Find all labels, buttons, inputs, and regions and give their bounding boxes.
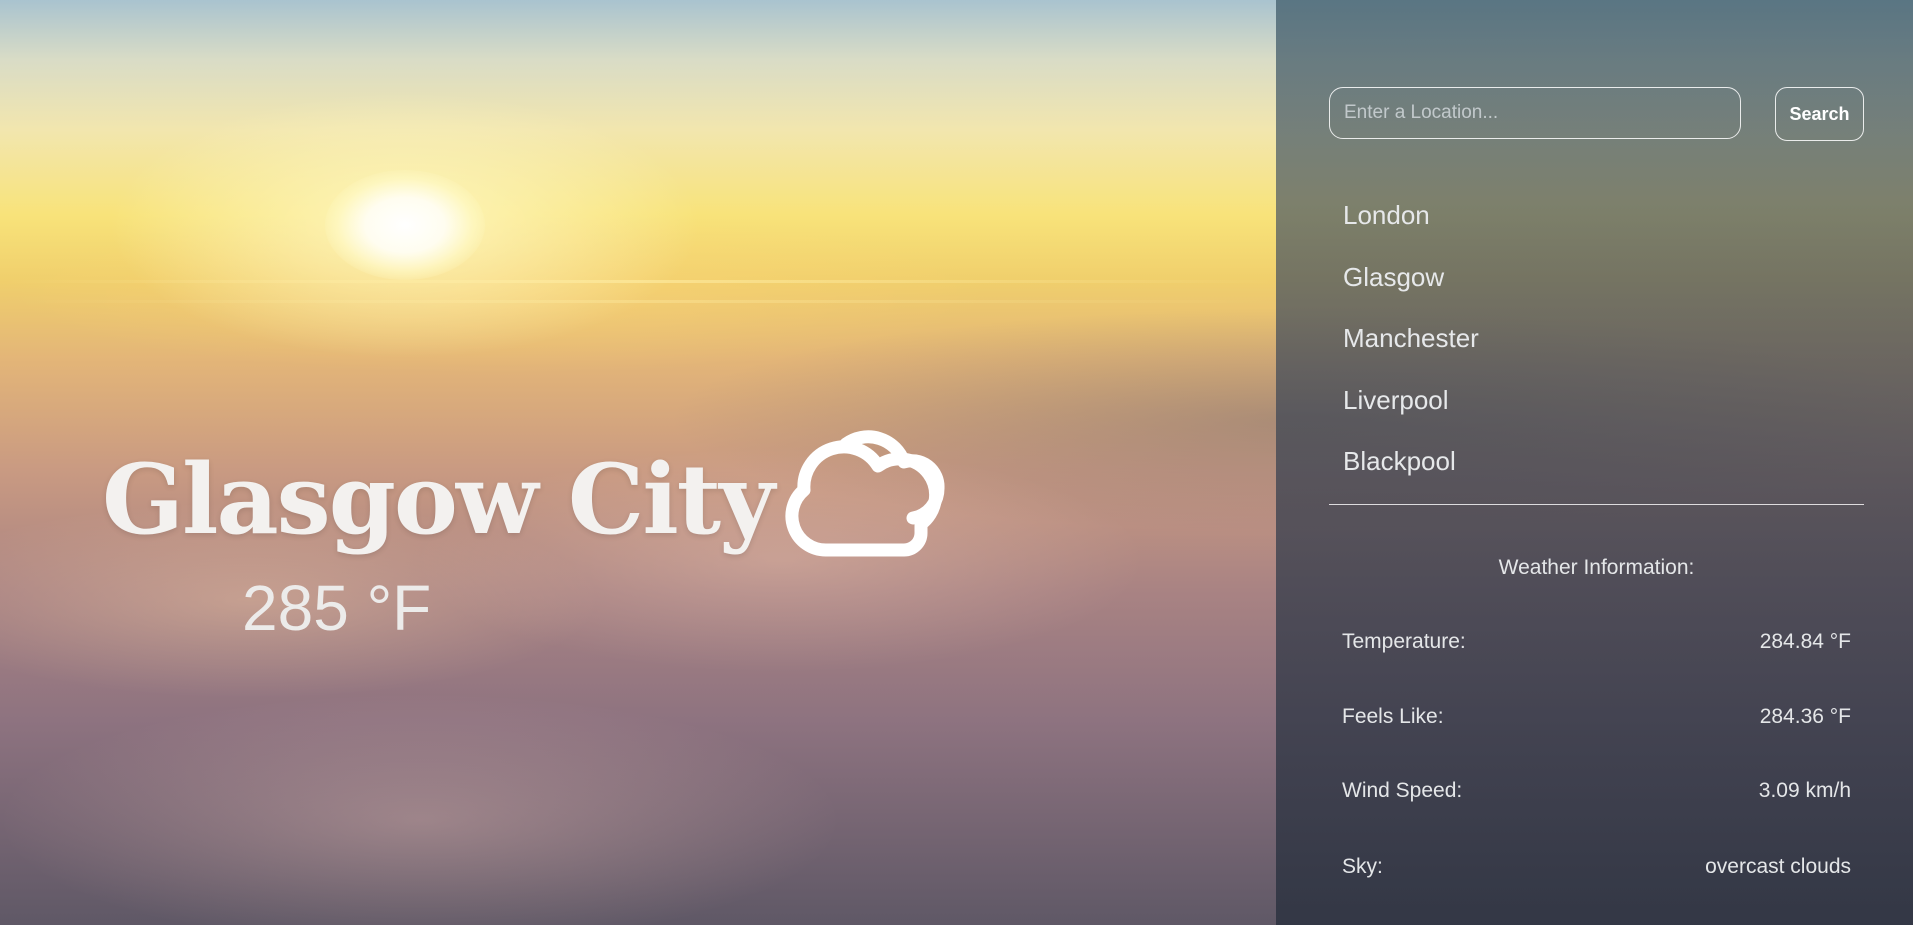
sun-glow xyxy=(325,170,485,280)
wind-speed-value: 3.09 km/h xyxy=(1758,779,1851,802)
feels-like-value: 284.36 °F xyxy=(1759,705,1851,728)
current-temperature: 285 °F xyxy=(242,572,432,644)
wind-speed-label: Wind Speed: xyxy=(1342,779,1463,802)
temperature-row: Temperature: 284.84 °F xyxy=(1342,625,1851,659)
location-item-liverpool[interactable]: Liverpool xyxy=(1329,370,1864,432)
temperature-label: Temperature: xyxy=(1342,630,1466,653)
location-search-input[interactable] xyxy=(1329,87,1741,139)
feels-like-row: Feels Like: 284.36 °F xyxy=(1342,700,1851,734)
sky-row: Sky: overcast clouds xyxy=(1342,850,1851,884)
sky-label: Sky: xyxy=(1342,855,1383,878)
weather-info-heading: Weather Information: xyxy=(1498,556,1695,579)
sidebar-panel: Search London Glasgow Manchester Liverpo… xyxy=(1276,0,1913,925)
saved-locations-list: London Glasgow Manchester Liverpool Blac… xyxy=(1329,185,1864,505)
city-name-heading: Glasgow City xyxy=(102,443,775,556)
location-item-glasgow[interactable]: Glasgow xyxy=(1329,247,1864,309)
feels-like-label: Feels Like: xyxy=(1342,705,1444,728)
wind-speed-row: Wind Speed: 3.09 km/h xyxy=(1342,774,1851,808)
location-item-blackpool[interactable]: Blackpool xyxy=(1329,431,1864,493)
cloud-horizon-line xyxy=(0,280,1280,283)
search-button[interactable]: Search xyxy=(1775,87,1864,141)
location-item-manchester[interactable]: Manchester xyxy=(1329,308,1864,370)
location-item-london[interactable]: London xyxy=(1329,185,1864,247)
sky-value: overcast clouds xyxy=(1705,855,1851,878)
temperature-value: 284.84 °F xyxy=(1759,630,1851,653)
cloudy-icon xyxy=(785,430,945,557)
cloud-horizon-line xyxy=(0,300,1280,303)
